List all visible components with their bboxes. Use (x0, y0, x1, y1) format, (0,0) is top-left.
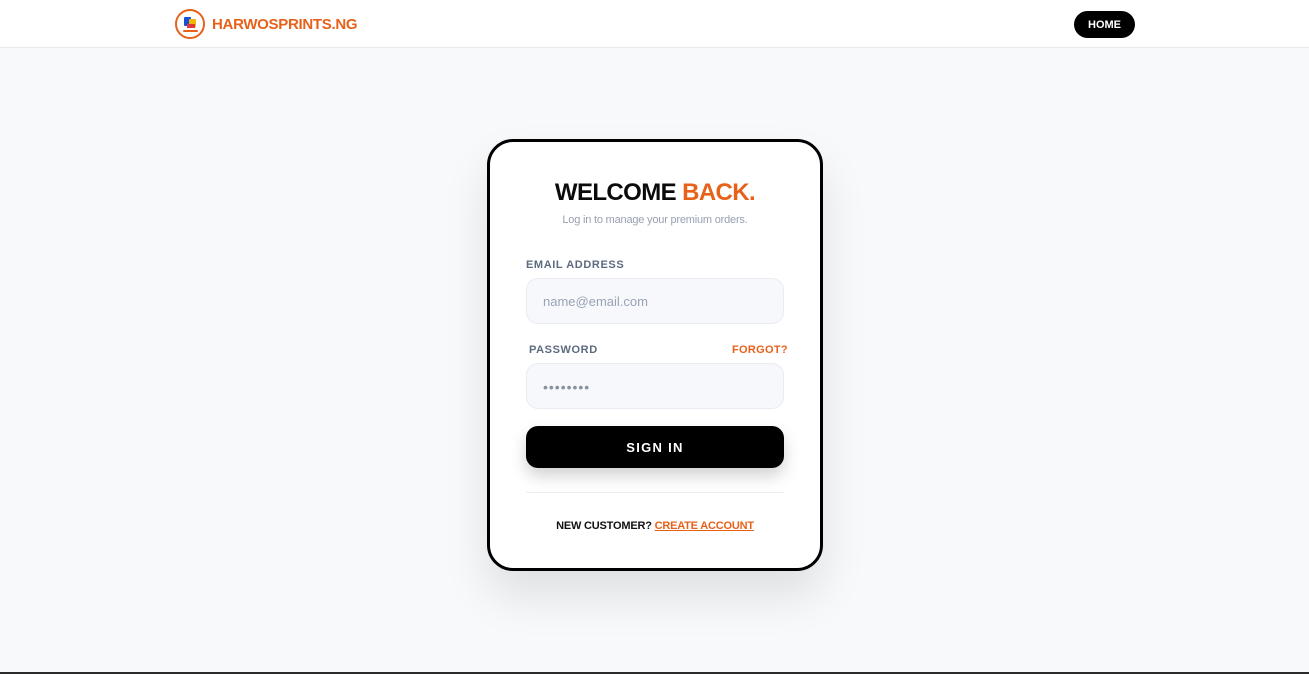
page-title: WELCOME BACK. (490, 179, 820, 207)
top-navbar: HARWOSPRINTS.NG HOME (0, 0, 1309, 48)
sign-in-button[interactable]: SIGN IN (526, 426, 784, 468)
divider (526, 492, 784, 493)
new-customer-text: NEW CUSTOMER? (556, 520, 652, 532)
forgot-password-link[interactable]: FORGOT? (732, 344, 788, 356)
title-main: WELCOME (554, 179, 677, 206)
home-button[interactable]: HOME (1074, 11, 1135, 38)
email-label: EMAIL ADDRESS (526, 259, 625, 271)
create-account-link[interactable]: CREATE ACCOUNT (655, 520, 754, 532)
subtitle: Log in to manage your premium orders. (562, 214, 748, 226)
login-page: HARWOSPRINTS.NG HOME WELCOME BACK. Log i… (0, 0, 1309, 674)
login-card: WELCOME BACK. Log in to manage your prem… (487, 139, 823, 571)
password-field[interactable] (526, 363, 784, 409)
brand[interactable]: HARWOSPRINTS.NG (175, 9, 358, 39)
password-label: PASSWORD (529, 344, 598, 356)
email-field[interactable] (526, 278, 784, 324)
brand-logo-icon (175, 9, 205, 39)
brand-name: HARWOSPRINTS.NG (212, 15, 358, 33)
signup-prompt: NEW CUSTOMER? CREATE ACCOUNT (490, 520, 820, 532)
title-accent: BACK. (682, 179, 756, 206)
